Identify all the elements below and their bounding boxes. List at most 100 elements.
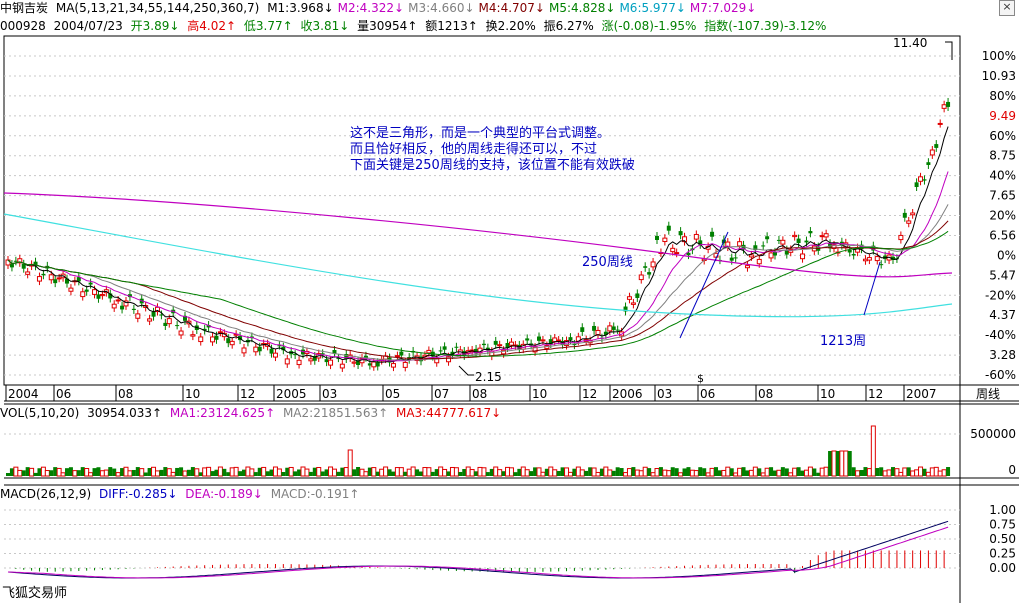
volume-bar (261, 466, 267, 477)
volume-bar (308, 471, 313, 476)
candle-body (454, 346, 459, 348)
volume-bar (182, 470, 188, 477)
volume-bar (253, 472, 258, 476)
volume-bar (245, 466, 251, 477)
candle-body (226, 338, 231, 344)
price-axis-label: 4.37 (989, 308, 1016, 322)
volume-bar (922, 468, 927, 476)
macd-axis-label: 0.00 (989, 561, 1016, 575)
volume-bar (198, 472, 203, 476)
volume-bar (13, 466, 19, 477)
volume-bar (163, 467, 168, 476)
time-axis-label: 06 (56, 387, 71, 401)
time-axis-label: 10 (185, 387, 200, 401)
volume-bar (214, 469, 219, 476)
time-axis-label: 08 (472, 387, 487, 401)
volume-bar (465, 466, 471, 477)
volume-bar (670, 467, 675, 476)
volume-bar (359, 468, 365, 477)
volume-bar (698, 467, 703, 476)
volume-bar (835, 451, 840, 476)
candle-body (756, 258, 762, 265)
volume-bar (847, 451, 852, 476)
ma13-line (7, 171, 949, 362)
volume-bar (316, 467, 322, 477)
candle-body (768, 252, 774, 259)
volume-bar (485, 472, 490, 476)
volume-bar (807, 466, 813, 477)
volume-bar (249, 468, 255, 477)
volume-bar (714, 467, 718, 476)
candle-body (874, 256, 880, 262)
volume-bar (367, 467, 372, 476)
candle-body (922, 179, 927, 181)
candle-body (568, 337, 573, 340)
candle-body (862, 258, 868, 262)
volume-bar (623, 472, 629, 477)
volume-bar (403, 471, 408, 476)
volume-bar (575, 466, 581, 477)
ma250-label: 250周线 (582, 255, 633, 270)
volume-bar (210, 471, 215, 476)
candle-body (210, 336, 216, 343)
volume-bar (851, 467, 856, 476)
chart-surface[interactable]: 100% 10.93 80% 9.49 60% 8.75 40% 7.65 20% 6.56 0% 5… (0, 0, 1019, 603)
volume-bar (875, 468, 880, 476)
volume-bar (159, 469, 164, 476)
volume-bar (607, 469, 613, 477)
volume-bar (96, 467, 101, 476)
price-axis-label: 0% (997, 248, 1016, 262)
volume-bar (170, 471, 176, 477)
volume-bar (757, 468, 762, 476)
candle-body (537, 336, 541, 341)
volume-bar (430, 471, 435, 476)
volume-bar (343, 467, 349, 477)
volume-bar (748, 469, 754, 477)
note-line-3: 下面关键是250周线的支持，该位置不能有效跌破 (350, 158, 635, 173)
volume-bar (693, 470, 699, 477)
volume-bar (103, 469, 109, 477)
volume-bar (544, 468, 549, 476)
volume-bar (265, 471, 270, 476)
volume-bar (285, 467, 290, 476)
ma360-line (3, 213, 953, 318)
candle-body (497, 344, 503, 347)
candle-body (92, 289, 98, 295)
candle-body (934, 144, 939, 148)
volume-bar (918, 466, 924, 477)
volume-bar (631, 467, 636, 476)
volume-bar (634, 469, 640, 477)
volume-bar (548, 466, 554, 477)
volume-bar (131, 469, 136, 476)
volume-bar (242, 469, 246, 476)
volume-bar (175, 467, 180, 476)
volume-bar (773, 470, 777, 476)
volume-bar (458, 471, 463, 476)
candle-body (678, 231, 683, 236)
candle-body (25, 271, 31, 275)
volume-bar (84, 467, 90, 477)
volume-bar (217, 466, 223, 477)
candle-body (929, 149, 935, 156)
price-axis-label: 3.28 (989, 348, 1016, 362)
volume-bar (788, 472, 794, 477)
volume-bar (689, 469, 695, 477)
candle-body (84, 289, 89, 292)
volume-bar (556, 471, 561, 476)
volume-bar (391, 471, 396, 476)
candle-body (375, 362, 380, 367)
volume-bar (312, 467, 317, 476)
candle-body (269, 348, 274, 354)
volume-bar (803, 469, 809, 477)
candle-body (670, 247, 676, 253)
price-axis-label: 100% (982, 49, 1016, 63)
volume-bar (886, 469, 892, 477)
candle-body (131, 308, 136, 310)
event-marker[interactable]: $ (697, 372, 704, 385)
candle-body (847, 249, 852, 253)
price-axis-label: 20% (989, 209, 1016, 223)
volume-bar (925, 471, 931, 477)
volume-bar (462, 469, 467, 476)
volume-bar (33, 472, 38, 476)
volume-bar (166, 468, 172, 477)
